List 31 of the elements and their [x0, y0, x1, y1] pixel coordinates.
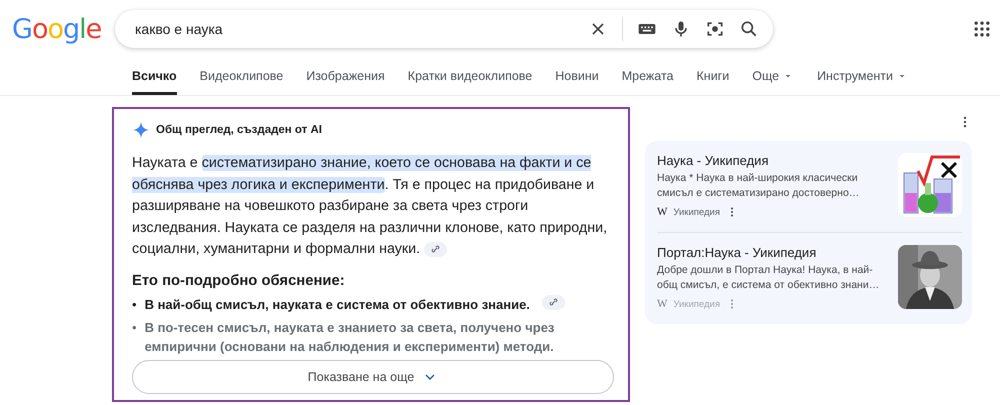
search-tab[interactable]: Изображения: [306, 67, 385, 95]
site-favicon: W: [657, 298, 668, 310]
bullet-marker: •: [132, 318, 137, 336]
sparkle-icon: [132, 121, 150, 139]
overview-paragraph: Науката е систематизирано знание, което се основава на факти и се обяснява чрез логика и експерименти. Тя е процес на придобиване и разширяване на човешкото разбиране за света чрез строги изследвания. Науката се разделя на различни клонове, като природни, социални, хуманитарни и формални науки.: [132, 154, 608, 259]
bullet-point: В най-общ смисъл, науката е система от обективно знание.: [144, 296, 530, 314]
search-tab[interactable]: Книги: [696, 67, 730, 95]
overview-subheading: Ето по-подробно обяснение:: [132, 272, 346, 288]
source-snippet: Добре дошли в Портал Наука! Наука, в най-общ смисъл, е система от обективно знани…: [657, 263, 880, 293]
search-tab[interactable]: Новини: [555, 67, 599, 95]
source-title[interactable]: Наука - Уикипедия: [657, 153, 888, 168]
search-tab[interactable]: Кратки видеоклипове: [408, 67, 532, 95]
search-icon[interactable]: [739, 19, 759, 39]
site-favicon: W: [657, 206, 668, 218]
bullet-marker: •: [132, 296, 137, 314]
source-title[interactable]: Портал:Наука - Уикипедия: [657, 245, 888, 260]
link-icon[interactable]: [424, 242, 448, 257]
site-name: Уикипедия: [673, 206, 720, 218]
search-tab[interactable]: Инструменти: [817, 67, 908, 95]
link-icon[interactable]: [542, 294, 565, 310]
source-snippet: Наука * Наука в най-широкия класически смисъл е систематизирано достоверно…: [657, 171, 860, 201]
apps-icon[interactable]: [972, 19, 992, 39]
search-tab[interactable]: Още: [752, 67, 794, 95]
bullet-point: В по-тесен смисъл, науката е знанието за света, получено чрез емпирични (основани на наблюдения и експерименти) методи.: [144, 318, 556, 356]
site-name: Уикипедия: [673, 298, 720, 310]
logo[interactable]: Google: [12, 14, 115, 44]
search-tab[interactable]: Всичко: [132, 67, 177, 95]
overview-heading: Общ преглед, създаден от AI: [156, 124, 322, 136]
search-tab[interactable]: Мрежата: [622, 67, 674, 95]
show-more-button[interactable]: Показване на още: [132, 360, 614, 394]
search-tab[interactable]: Видеоклипове: [200, 67, 284, 95]
